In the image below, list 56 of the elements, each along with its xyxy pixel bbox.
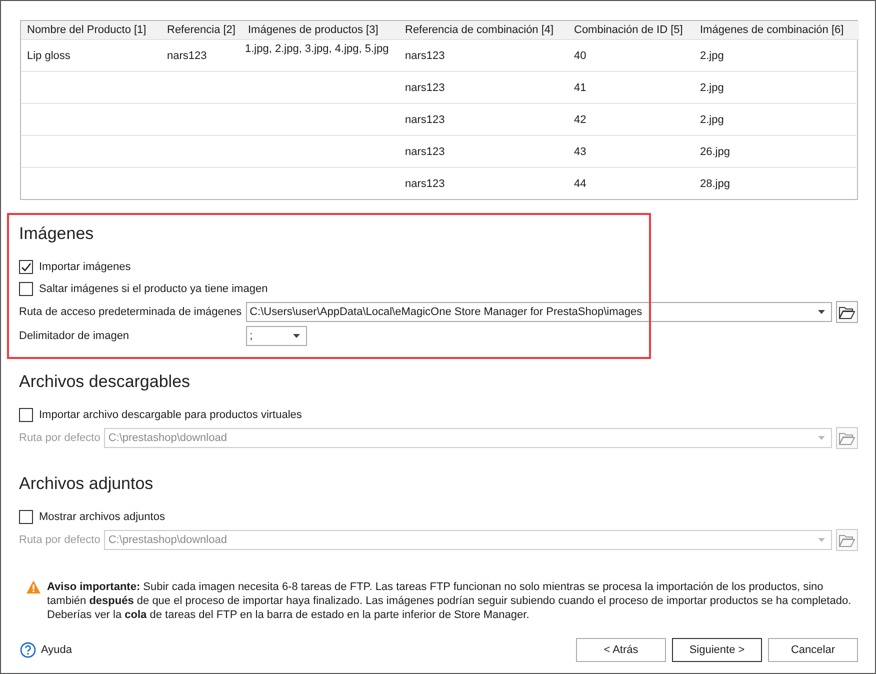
- table-cell: 41: [574, 82, 586, 94]
- column-header[interactable]: Imágenes de combinación [6]: [694, 21, 859, 40]
- table-cell: 1.jpg, 2.jpg, 3.jpg, 4.jpg, 5.jpg: [245, 43, 389, 55]
- checkbox[interactable]: [19, 408, 33, 422]
- checkbox-label[interactable]: Mostrar archivos adjuntos: [39, 511, 165, 523]
- table-cell: nars123: [167, 50, 207, 62]
- field-label: Ruta por defecto: [19, 431, 100, 446]
- column-header[interactable]: Referencia de combinación [4]: [399, 21, 568, 40]
- caret-icon: [292, 334, 300, 338]
- column-header[interactable]: Nombre del Producto [1]: [21, 21, 161, 40]
- notice-text: Aviso importante: Subir cada imagen necesita 6-8 tareas de FTP. Las tareas FTP funcionan no solo mientras se procesa la importación de los productos, sino también después de que el proceso de importar haya finalizado. Las imágenes podrían seguir subiendo cuando el proceso de importar productos se ha completado. Deberías ver la cola de tareas del FTP en la barra de estado en la parte inferior de Store Manager.: [47, 580, 852, 622]
- table-cell: nars123: [405, 146, 445, 158]
- field-label: Ruta de acceso predeterminada de imágenes: [19, 305, 242, 320]
- table-cell: 44: [574, 178, 586, 190]
- table-cell: 28.jpg: [700, 178, 730, 190]
- caret-icon: [818, 436, 825, 440]
- table-cell: nars123: [405, 82, 445, 94]
- caret-icon: [818, 538, 825, 542]
- table-cell: nars123: [405, 50, 445, 62]
- table-cell: 40: [574, 50, 586, 62]
- checkbox[interactable]: [19, 260, 33, 274]
- help-link[interactable]: Ayuda: [20, 642, 72, 658]
- table-cell: 42: [574, 114, 586, 126]
- warning-icon: [26, 580, 41, 594]
- delimiter-dropdown[interactable]: ;: [246, 326, 307, 346]
- checkbox[interactable]: [19, 510, 33, 524]
- caret-icon: [818, 310, 825, 314]
- section-title: Archivos descargables: [19, 371, 192, 393]
- table-cell: 2.jpg: [700, 50, 724, 62]
- section-title: Archivos adjuntos: [19, 473, 154, 495]
- column-header[interactable]: Imágenes de productos [3]: [242, 21, 399, 40]
- column-header[interactable]: Combinación de ID [5]: [568, 21, 694, 40]
- column-header[interactable]: Referencia [2]: [161, 21, 242, 40]
- checkbox[interactable]: [19, 282, 33, 296]
- table-cell: 43: [574, 146, 586, 158]
- table-cell: 2.jpg: [700, 82, 724, 94]
- checkbox-label[interactable]: Importar archivo descargable para productos virtuales: [39, 409, 302, 421]
- browse-folder-button[interactable]: [836, 301, 858, 323]
- field-label: Delimitador de imagen: [19, 329, 130, 344]
- section-title: Imágenes: [19, 223, 95, 245]
- table-cell: 26.jpg: [700, 146, 730, 158]
- wizard-button[interactable]: < Atrás: [576, 638, 666, 662]
- folder-icon: [839, 534, 855, 546]
- folder-icon: [839, 432, 855, 444]
- folder-icon: [839, 306, 855, 318]
- table-cell: Lip gloss: [27, 50, 70, 62]
- table-cell: nars123: [405, 114, 445, 126]
- checkbox-label[interactable]: Importar imágenes: [39, 261, 131, 273]
- field-label: Ruta por defecto: [19, 533, 100, 548]
- wizard-button[interactable]: Cancelar: [768, 638, 858, 662]
- table-cell: 2.jpg: [700, 114, 724, 126]
- table-cell: nars123: [405, 178, 445, 190]
- wizard-button[interactable]: Siguiente >: [672, 638, 762, 662]
- checkbox-label[interactable]: Saltar imágenes si el producto ya tiene imagen: [39, 283, 268, 295]
- help-icon: [20, 642, 36, 658]
- path-combo-field[interactable]: C:\Users\user\AppData\Local\eMagicOne Store Manager for PrestaShop\images: [246, 302, 832, 322]
